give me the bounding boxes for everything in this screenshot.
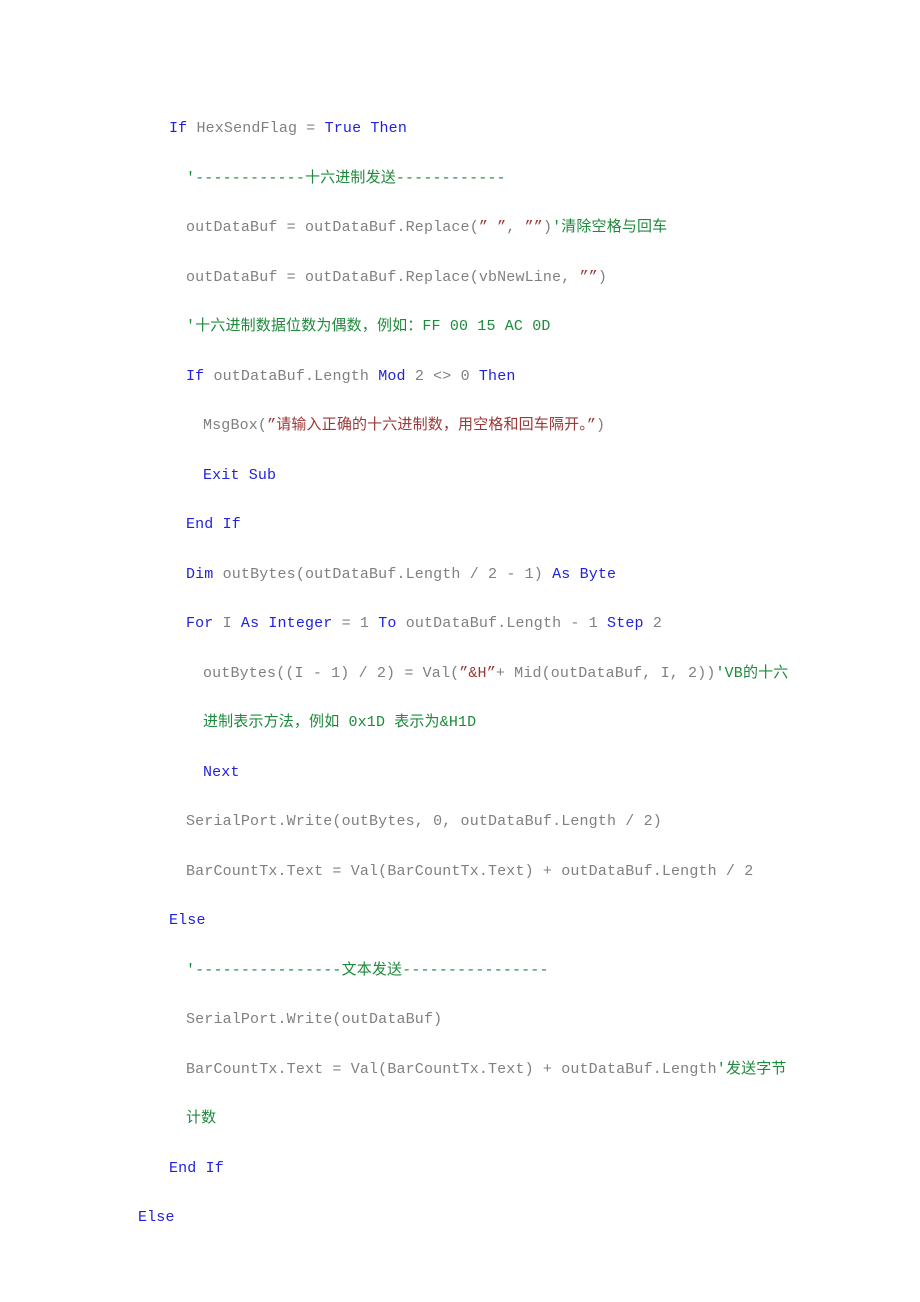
token-kw: True Then [324, 120, 407, 137]
token-cmt: '清除空格与回车 [552, 219, 668, 236]
token-id: ) [533, 565, 553, 583]
token-kw: Dim [186, 565, 223, 583]
token-kw: As Integer [240, 615, 342, 632]
line-exit-sub: Exit Sub [138, 451, 795, 501]
line-for-loop: For I As Integer = 1 To outDataBuf.Lengt… [138, 599, 795, 649]
token-id: , [506, 219, 525, 236]
token-kw: End If [169, 1159, 224, 1177]
token-kw: As Byte [552, 565, 617, 583]
token-num: 0 [460, 367, 479, 385]
line-next: Next [138, 748, 795, 798]
token-kw: If [169, 120, 197, 137]
line-comment-text-send: '----------------文本发送---------------- [138, 946, 795, 996]
token-kw: Else [169, 912, 206, 929]
line-barcounttx-text: BarCountTx.Text = Val(BarCountTx.Text) +… [138, 1045, 795, 1144]
line-replace-newline: outDataBuf = outDataBuf.Replace(vbNewLin… [138, 253, 795, 303]
token-num: 1 [359, 615, 379, 632]
document-page: If HexSendFlag = True Then '------------十… [0, 0, 920, 1302]
token-id: ) [596, 417, 606, 434]
token-id: + Mid(outDataBuf, I, 2)) [495, 664, 716, 682]
token-str: ”” [524, 219, 543, 236]
token-cmt: '----------------文本发送---------------- [186, 961, 549, 979]
token-id: SerialPort.Write(outBytes, [186, 813, 434, 830]
token-id: outDataBuf.Length [213, 367, 379, 385]
line-comment-even-digits: '十六进制数据位数为偶数，例如：FF 00 15 AC 0D [138, 302, 795, 352]
token-id: BarCountTx.Text = Val(BarCountTx.Text) +… [186, 1060, 717, 1078]
line-if-hexsendflag: If HexSendFlag = True Then [138, 104, 795, 154]
token-num: 1 [588, 615, 608, 632]
token-num: 2 [744, 862, 754, 880]
line-else-outer: Else [138, 1193, 795, 1243]
code-listing: If HexSendFlag = True Then '------------十… [138, 104, 795, 1243]
token-num: 2 [652, 615, 662, 632]
token-id: outBytes(outDataBuf.Length / [222, 565, 489, 583]
token-id: ) [652, 813, 662, 830]
token-str: ” ” [478, 219, 507, 236]
line-else-inner: Else [138, 896, 795, 946]
token-op: - [570, 615, 589, 632]
line-replace-space: outDataBuf = outDataBuf.Replace(” ”, ””)… [138, 203, 795, 253]
token-id: outBytes((I - 1) / 2) = Val( [203, 664, 460, 682]
token-kw: Then [478, 367, 516, 385]
token-cmt: '十六进制数据位数为偶数，例如：FF 00 15 AC 0D [186, 318, 551, 335]
token-kw: End If [186, 516, 241, 533]
token-op: - [506, 565, 525, 583]
token-id: ) [597, 268, 607, 286]
line-outbytes-assign: outBytes((I - 1) / 2) = Val(”&H”+ Mid(ou… [138, 649, 795, 748]
token-id: I [222, 615, 241, 632]
token-num: 2 [643, 813, 653, 830]
token-kw: Else [138, 1209, 175, 1226]
token-id: BarCountTx.Text = Val(BarCountTx.Text) +… [186, 862, 745, 880]
line-serialport-write-bytes: SerialPort.Write(outBytes, 0, outDataBuf… [138, 797, 795, 847]
line-end-if-inner: End If [138, 500, 795, 550]
token-op: = [306, 120, 325, 137]
token-id: SerialPort.Write(outDataBuf) [186, 1011, 443, 1028]
token-id: outDataBuf = outDataBuf.Replace( [186, 219, 479, 236]
line-dim-outbytes: Dim outBytes(outDataBuf.Length / 2 - 1) … [138, 550, 795, 600]
token-id: outDataBuf = outDataBuf.Replace(vbNewLin… [186, 268, 580, 286]
token-id: MsgBox( [203, 417, 268, 434]
token-num: 1 [524, 565, 534, 583]
token-kw: If [186, 367, 214, 385]
token-num: 0 [433, 813, 443, 830]
token-str: ”” [579, 268, 598, 286]
token-kw: Next [203, 763, 240, 781]
token-id: HexSendFlag [196, 120, 307, 137]
token-id: outDataBuf.Length [405, 615, 571, 632]
line-msgbox: MsgBox(”请输入正确的十六进制数，用空格和回车隔开。”) [138, 401, 795, 451]
token-kw: Step [607, 615, 653, 632]
token-kw: To [378, 615, 406, 632]
token-kw: Mod [378, 367, 415, 385]
token-id: , outDataBuf.Length / [442, 813, 644, 830]
line-end-if-outer: End If [138, 1144, 795, 1194]
token-str: ”请输入正确的十六进制数，用空格和回车隔开。” [267, 417, 597, 434]
token-kw: Exit Sub [203, 466, 277, 484]
token-op: = [341, 615, 360, 632]
token-str: ”&H” [459, 664, 496, 682]
token-num: 2 [488, 565, 507, 583]
line-if-mod: If outDataBuf.Length Mod 2 <> 0 Then [138, 352, 795, 402]
line-comment-hex-send: '------------十六进制发送------------ [138, 154, 795, 204]
line-barcounttx-hex: BarCountTx.Text = Val(BarCountTx.Text) +… [138, 847, 795, 897]
token-cmt: '------------十六进制发送------------ [186, 169, 506, 187]
token-kw: For [186, 615, 223, 632]
token-num: 2 [414, 367, 434, 385]
token-id: ) [542, 219, 553, 236]
line-serialport-write-text: SerialPort.Write(outDataBuf) [138, 995, 795, 1045]
token-op: <> [433, 367, 461, 385]
